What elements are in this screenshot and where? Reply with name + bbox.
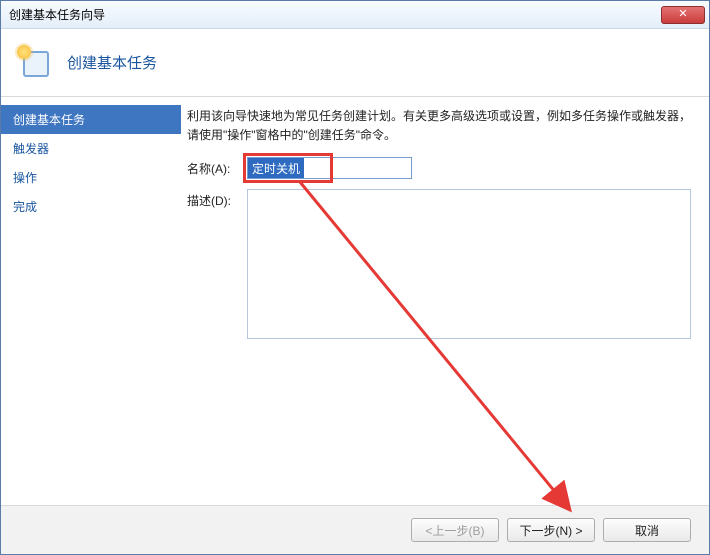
page-title: 创建基本任务	[67, 52, 157, 73]
wizard-header: 创建基本任务	[1, 29, 709, 97]
name-row: 名称(A): 定时关机	[187, 157, 691, 179]
titlebar: 创建基本任务向导 ✕	[1, 1, 709, 29]
close-button[interactable]: ✕	[661, 6, 705, 24]
window-title: 创建基本任务向导	[9, 6, 105, 23]
step-finish[interactable]: 完成	[1, 192, 181, 221]
close-icon: ✕	[678, 8, 687, 20]
task-name-input[interactable]	[247, 157, 412, 179]
step-action[interactable]: 操作	[1, 163, 181, 192]
name-input-wrap: 定时关机	[247, 157, 691, 179]
intro-text: 利用该向导快速地为常见任务创建计划。有关更多高级选项或设置，例如多任务操作或触发…	[187, 107, 691, 145]
task-scheduler-icon	[19, 47, 51, 79]
description-row: 描述(D):	[187, 189, 691, 339]
next-button[interactable]: 下一步(N) >	[507, 518, 595, 542]
step-create-basic-task[interactable]: 创建基本任务	[1, 105, 181, 134]
step-trigger[interactable]: 触发器	[1, 134, 181, 163]
wizard-footer: <上一步(B) 下一步(N) > 取消	[1, 506, 709, 554]
cancel-button[interactable]: 取消	[603, 518, 691, 542]
back-button: <上一步(B)	[411, 518, 499, 542]
description-label: 描述(D):	[187, 189, 247, 209]
wizard-content: 利用该向导快速地为常见任务创建计划。有关更多高级选项或设置，例如多任务操作或触发…	[181, 97, 709, 505]
wizard-window: 创建基本任务向导 ✕ 创建基本任务 创建基本任务 触发器 操作 完成 利用该向导…	[0, 0, 710, 555]
wizard-steps-sidebar: 创建基本任务 触发器 操作 完成	[1, 97, 181, 505]
wizard-body: 创建基本任务 触发器 操作 完成 利用该向导快速地为常见任务创建计划。有关更多高…	[1, 97, 709, 506]
name-label: 名称(A):	[187, 157, 247, 177]
task-description-input[interactable]	[247, 189, 691, 339]
